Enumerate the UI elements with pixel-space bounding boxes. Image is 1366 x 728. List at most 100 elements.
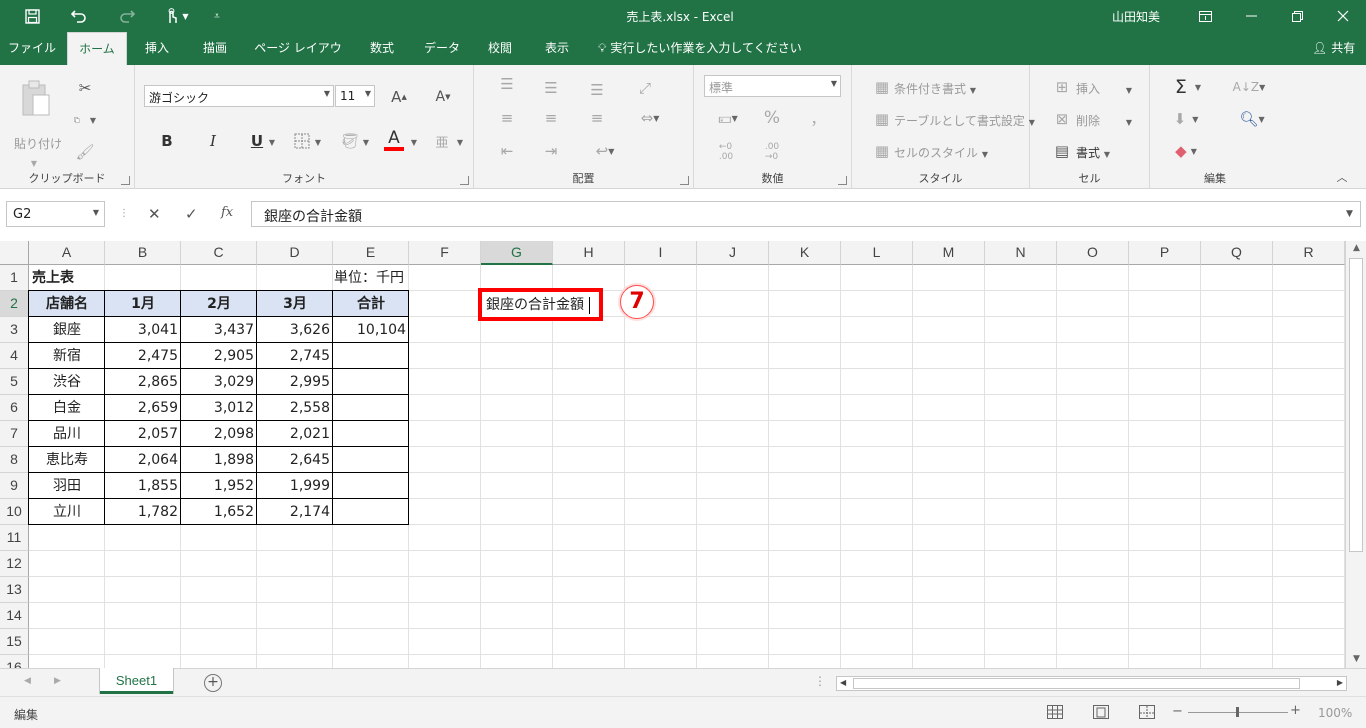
value-cell[interactable]: 2,558 [257,395,333,421]
unit-cell[interactable]: 単位：千円 [257,265,407,291]
font-name-combo[interactable]: 游ゴシック ▼ [144,85,334,107]
column-header-o[interactable]: O [1057,241,1129,265]
alignment-launcher-icon[interactable] [680,176,689,185]
row-header-1[interactable]: 1 [0,265,29,291]
scroll-right-icon[interactable]: ▶ [1337,678,1343,687]
underline-button[interactable]: U [247,129,267,153]
value-cell[interactable]: 1,952 [181,473,257,499]
select-all-corner[interactable] [0,241,29,265]
value-cell[interactable]: 2,057 [105,421,181,447]
value-cell[interactable] [333,343,409,369]
tab-review[interactable]: 校閲 [480,32,520,65]
number-format-combo[interactable]: 標準 ▼ [704,75,841,97]
value-cell[interactable]: 1,652 [181,499,257,525]
sheet-tab-sheet1[interactable]: Sheet1 [100,668,173,694]
vertical-scroll-thumb[interactable] [1349,258,1363,552]
name-box[interactable]: G2 ▼ [6,201,105,227]
format-painter-icon[interactable]: 🖌︎ [74,141,96,163]
normal-view-icon[interactable] [1047,705,1063,719]
value-cell[interactable]: 2,064 [105,447,181,473]
collapse-ribbon-icon[interactable]: ︿ [1334,169,1350,185]
page-layout-view-icon[interactable] [1093,705,1109,719]
italic-button[interactable]: I [203,129,223,153]
customize-qat-icon[interactable]: ⩡ [206,6,228,26]
value-cell[interactable]: 2,475 [105,343,181,369]
value-cell[interactable]: 2,645 [257,447,333,473]
share-button[interactable]: 👤︎ 共有 [1312,32,1355,65]
decrease-indent-icon[interactable]: ⇤ [496,140,518,162]
number-launcher-icon[interactable] [838,176,847,185]
value-cell[interactable]: 3,437 [181,317,257,343]
cell-styles-button[interactable]: セルのスタイル ▼ [894,144,988,161]
row-header-4[interactable]: 4 [0,343,29,369]
column-header-b[interactable]: B [105,241,181,265]
store-name-cell[interactable]: 新宿 [29,343,105,369]
column-header-p[interactable]: P [1129,241,1201,265]
column-header-h[interactable]: H [553,241,625,265]
ribbon-display-options-icon[interactable] [1182,0,1228,32]
confirm-entry-icon[interactable]: ✓ [185,205,198,223]
store-name-cell[interactable]: 恵比寿 [29,447,105,473]
font-launcher-icon[interactable] [460,176,469,185]
row-header-6[interactable]: 6 [0,395,29,421]
format-as-table-icon[interactable]: ▦ [872,109,892,129]
autosum-icon[interactable]: Σ ▼ [1166,75,1210,99]
bold-button[interactable]: B [157,129,177,153]
column-header-c[interactable]: C [181,241,257,265]
value-cell[interactable]: 1,999 [257,473,333,499]
paste-dropdown-icon[interactable]: ▼ [24,157,44,169]
store-name-cell[interactable]: 白金 [29,395,105,421]
tab-formulas[interactable]: 数式 [362,32,402,65]
cell-styles-icon[interactable]: ▦ [872,141,892,161]
zoom-level[interactable]: 100% [1318,706,1352,720]
value-cell[interactable]: 2,021 [257,421,333,447]
value-cell[interactable] [333,499,409,525]
horizontal-scroll-thumb[interactable] [853,678,1300,689]
tell-me-box[interactable]: 💡︎ 実行したい作業を入力してください [598,32,802,65]
tab-split-handle-icon[interactable]: ⋮ [814,674,826,688]
currency-icon[interactable]: 💴︎ ▼ [708,107,748,129]
value-cell[interactable]: 3,626 [257,317,333,343]
worksheet-grid[interactable]: A B C D E F G H I J K L M N O P Q R 1 2 3 4 5 6 7 8 9 10 11 12 13 14 15 1… [0,241,1345,668]
tab-view[interactable]: 表示 [537,32,577,65]
save-icon[interactable] [21,6,43,26]
copy-icon[interactable]: ▼ [74,109,96,131]
decrease-decimal-icon[interactable]: .00 →0 [760,141,784,163]
vertical-scrollbar[interactable]: ▲ ▼ [1345,241,1366,668]
close-icon[interactable] [1320,0,1366,32]
comma-button[interactable]: ， [806,107,830,129]
value-cell[interactable]: 2,174 [257,499,333,525]
minimize-icon[interactable] [1228,0,1274,32]
store-name-cell[interactable]: 羽田 [29,473,105,499]
row-header-14[interactable]: 14 [0,603,29,629]
format-as-table-button[interactable]: テーブルとして書式設定 ▼ [894,112,1035,129]
align-top-icon[interactable]: ☰ [496,73,518,95]
scroll-down-icon[interactable]: ▼ [1346,654,1366,664]
borders-dropdown-icon[interactable]: ▼ [313,137,323,147]
font-size-combo[interactable]: 11 ▼ [335,85,375,107]
paste-icon[interactable] [16,77,56,121]
delete-cells-icon[interactable]: ⊠ [1052,109,1072,129]
value-cell[interactable]: 1,855 [105,473,181,499]
row-header-7[interactable]: 7 [0,421,29,447]
column-header-q[interactable]: Q [1201,241,1273,265]
next-sheet-icon[interactable]: ▶ [54,676,61,686]
cut-icon[interactable]: ✂ [74,77,96,99]
table-header-cell[interactable]: 2月 [181,291,257,317]
active-cell-editor[interactable]: 銀座の合計金額 [478,288,603,321]
user-name[interactable]: 山田知美 [1112,8,1160,25]
fill-color-icon[interactable]: 🪣︎ [339,129,361,153]
tab-file[interactable]: ファイル [6,32,58,65]
column-header-n[interactable]: N [985,241,1057,265]
increase-indent-icon[interactable]: ⇥ [540,140,562,162]
insert-cells-icon[interactable]: ⊞ [1052,77,1072,97]
value-cell[interactable]: 3,029 [181,369,257,395]
align-bottom-icon[interactable]: ☰ [586,79,608,101]
row-header-10[interactable]: 10 [0,499,29,525]
row-header-15[interactable]: 15 [0,629,29,655]
column-header-k[interactable]: K [769,241,841,265]
sheet-title-cell[interactable]: 売上表 [29,265,105,291]
value-cell[interactable]: 1,782 [105,499,181,525]
column-header-j[interactable]: J [697,241,769,265]
tab-data[interactable]: データ [418,32,466,65]
